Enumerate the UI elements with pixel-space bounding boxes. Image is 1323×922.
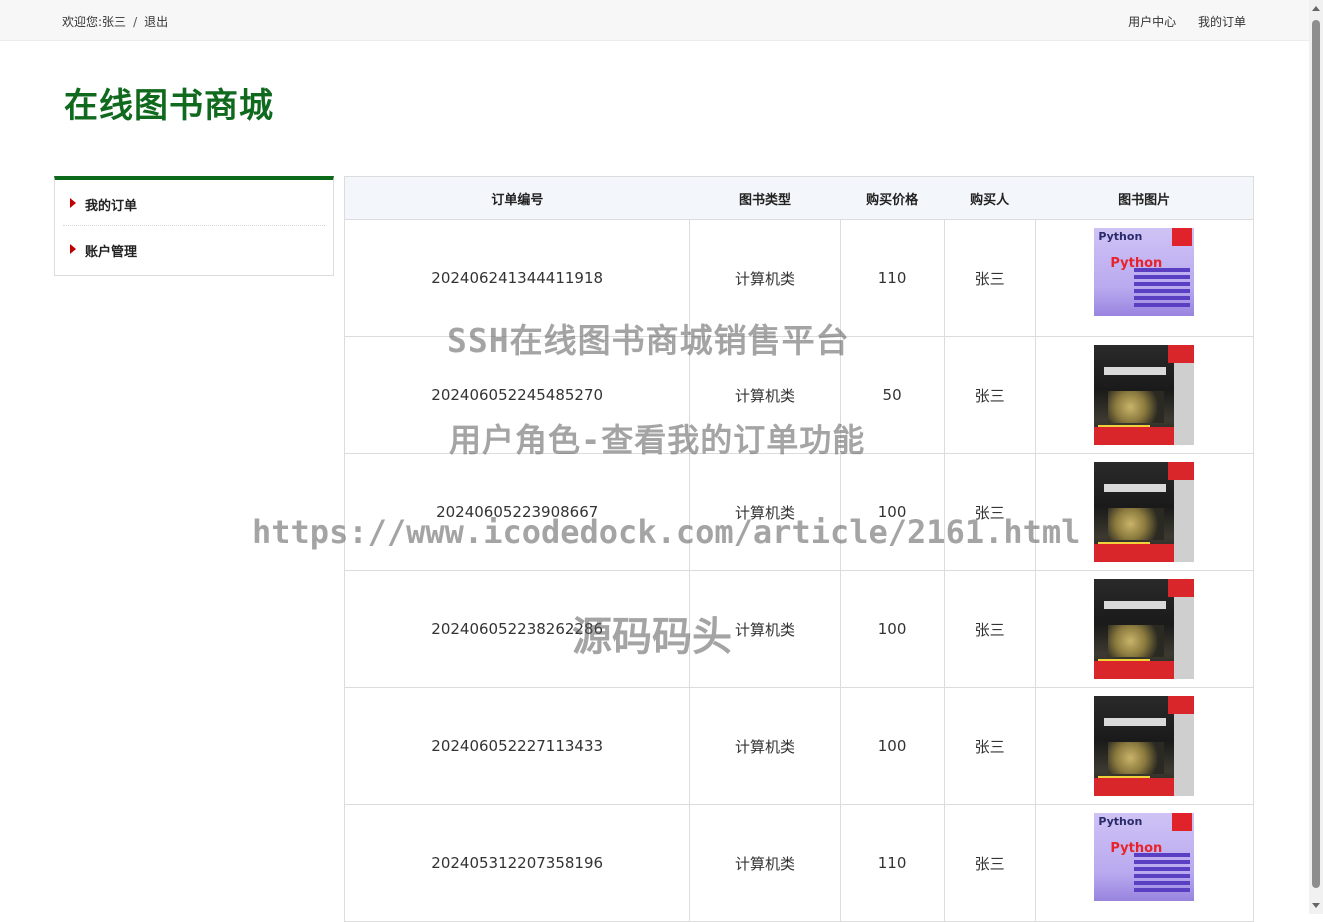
sidebar-item-label: 我的订单	[85, 199, 138, 214]
scroll-down-icon[interactable]	[1312, 903, 1320, 908]
order-no-cell: 202406052245485270	[344, 336, 691, 454]
cover-cell: Python Python	[1035, 219, 1254, 337]
table-row: 202406052227113433 计算机类 100 张三	[344, 687, 1254, 805]
site-title[interactable]: 在线图书商城	[64, 78, 274, 127]
buyer-cell: 张三	[944, 570, 1036, 688]
order-no-cell: 202406052227113433	[344, 687, 691, 805]
table-row: 202406241344411918 计算机类 110 张三 Python Pyt…	[344, 219, 1254, 337]
category-cell: 计算机类	[689, 453, 841, 571]
python-book-cover[interactable]: Python Python	[1094, 228, 1195, 328]
user-center-link[interactable]: 用户中心	[1128, 15, 1176, 29]
sidebar-item-my-orders[interactable]: 我的订单	[63, 180, 325, 226]
csapp-book-cover[interactable]	[1094, 696, 1195, 796]
buyer-cell: 张三	[944, 453, 1036, 571]
order-no-cell: 202406052238262286	[344, 570, 691, 688]
python-book-cover[interactable]: Python Python	[1094, 813, 1195, 913]
user-greeting: 欢迎您:张三 / 退出	[62, 13, 168, 30]
logout-link[interactable]: 退出	[144, 13, 168, 30]
top-nav: 用户中心 我的订单	[1110, 13, 1246, 30]
orders-table: 订单编号 图书类型 购买价格 购买人 图书图片 2024062413444119…	[344, 176, 1254, 922]
buyer-cell: 张三	[944, 219, 1036, 337]
col-category: 图书类型	[689, 176, 841, 220]
separator: /	[133, 15, 138, 29]
order-no-cell: 20240605223908667	[344, 453, 691, 571]
order-no-cell: 202405312207358196	[344, 804, 691, 922]
category-cell: 计算机类	[689, 336, 841, 454]
category-cell: 计算机类	[689, 219, 841, 337]
table-row: 202406052238262286 计算机类 100 张三	[344, 570, 1254, 688]
cover-cell	[1035, 453, 1254, 571]
csapp-book-cover[interactable]	[1094, 579, 1195, 679]
buyer-cell: 张三	[944, 336, 1036, 454]
sidebar: 我的订单 账户管理	[54, 176, 334, 276]
col-price: 购买价格	[840, 176, 945, 220]
welcome-text: 欢迎您:	[62, 15, 103, 29]
cover-cell	[1035, 570, 1254, 688]
price-cell: 50	[840, 336, 945, 454]
table-row: 202405312207358196 计算机类 110 张三 Python Pyt…	[344, 804, 1254, 922]
price-cell: 100	[840, 453, 945, 571]
scroll-up-icon[interactable]	[1312, 6, 1320, 11]
table-header-row: 订单编号 图书类型 购买价格 购买人 图书图片	[344, 176, 1254, 220]
col-buyer: 购买人	[944, 176, 1036, 220]
table-row: 20240605223908667 计算机类 100 张三	[344, 453, 1254, 571]
caret-right-icon	[70, 244, 76, 254]
cover-cell	[1035, 687, 1254, 805]
table-row: 202406052245485270 计算机类 50 张三	[344, 336, 1254, 454]
order-no-cell: 202406241344411918	[344, 219, 691, 337]
cover-cell: Python Python	[1035, 804, 1254, 922]
csapp-book-cover[interactable]	[1094, 462, 1195, 562]
scrollbar-thumb[interactable]	[1312, 20, 1320, 888]
username: 张三	[102, 15, 127, 29]
col-cover: 图书图片	[1035, 176, 1254, 220]
category-cell: 计算机类	[689, 804, 841, 922]
sidebar-item-label: 账户管理	[85, 245, 138, 260]
caret-right-icon	[70, 198, 76, 208]
price-cell: 100	[840, 687, 945, 805]
buyer-cell: 张三	[944, 804, 1036, 922]
csapp-book-cover[interactable]	[1094, 345, 1195, 445]
vertical-scrollbar[interactable]	[1309, 0, 1323, 914]
category-cell: 计算机类	[689, 687, 841, 805]
col-order-no: 订单编号	[344, 176, 690, 220]
category-cell: 计算机类	[689, 570, 841, 688]
buyer-cell: 张三	[944, 687, 1036, 805]
sidebar-item-account-management[interactable]: 账户管理	[63, 226, 325, 271]
price-cell: 110	[840, 219, 945, 337]
top-bar: 欢迎您:张三 / 退出 用户中心 我的订单	[0, 0, 1309, 41]
price-cell: 110	[840, 804, 945, 922]
price-cell: 100	[840, 570, 945, 688]
my-orders-link[interactable]: 我的订单	[1198, 15, 1246, 29]
cover-cell	[1035, 336, 1254, 454]
